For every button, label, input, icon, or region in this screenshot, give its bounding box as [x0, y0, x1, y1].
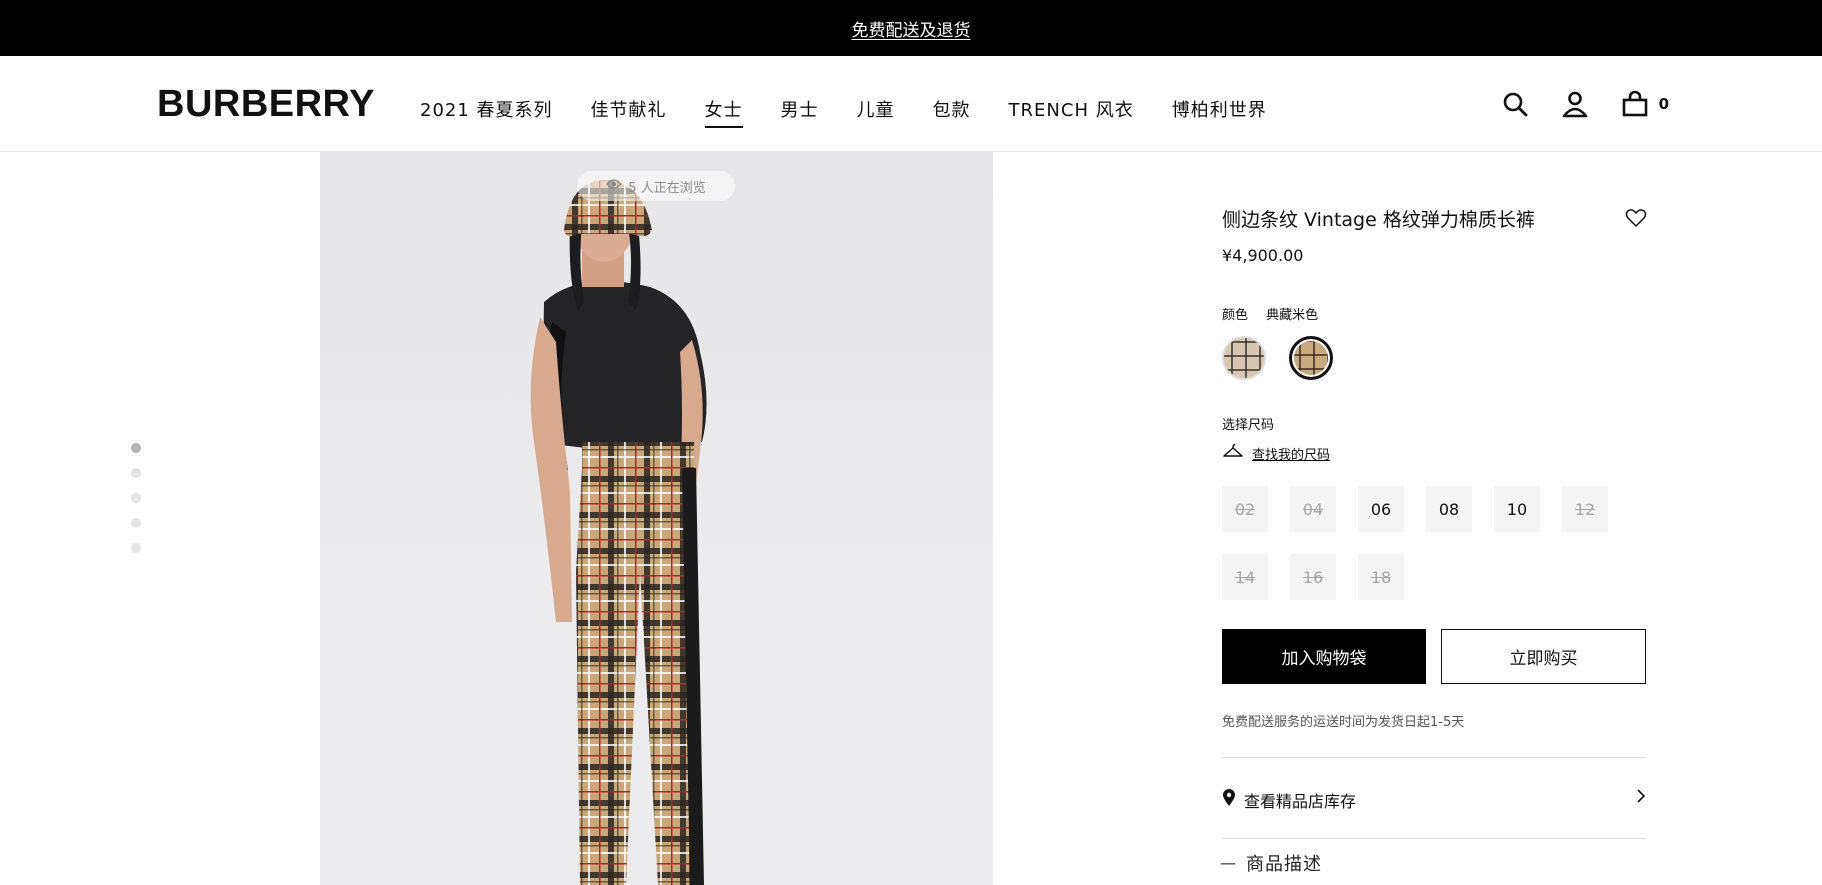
- product-price: ¥4,900.00: [1222, 246, 1304, 265]
- color-value: 典藏米色: [1266, 308, 1319, 323]
- viewers-text: 5 人正在浏览: [628, 180, 706, 196]
- gallery-pagination: [131, 443, 141, 568]
- nav-item-world[interactable]: 博柏利世界: [1172, 96, 1267, 128]
- nav-item-women[interactable]: 女士: [704, 96, 743, 128]
- color-swatches: [1222, 336, 1356, 380]
- eye-icon: [606, 178, 623, 194]
- site-header: BURBERRY 2021 春夏系列 佳节献礼 女士 男士 儿童 包款 TREN…: [0, 56, 1822, 152]
- add-to-bag-button[interactable]: 加入购物袋: [1222, 629, 1426, 684]
- product-title-row: 侧边条纹 Vintage 格纹弹力棉质长裤: [1222, 205, 1647, 232]
- size-guide-link[interactable]: 查找我的尺码: [1222, 443, 1330, 463]
- brand-logo[interactable]: BURBERRY: [157, 83, 375, 126]
- description-accordion[interactable]: 一 商品描述: [1220, 850, 1322, 876]
- size-option-10[interactable]: 10: [1494, 486, 1540, 532]
- color-selector-label: 颜色 典藏米色: [1222, 304, 1332, 323]
- size-label: 选择尺码: [1222, 418, 1275, 433]
- size-option-08[interactable]: 08: [1426, 486, 1472, 532]
- collapse-icon: 一: [1220, 855, 1237, 874]
- size-option-04[interactable]: 04: [1290, 486, 1336, 532]
- divider: [1222, 757, 1646, 758]
- bag-icon[interactable]: [1619, 88, 1651, 120]
- product-image[interactable]: 5 人正在浏览: [320, 152, 993, 885]
- gallery-dot[interactable]: [131, 518, 141, 528]
- gallery-dot[interactable]: [131, 543, 141, 553]
- size-option-16[interactable]: 16: [1290, 554, 1336, 600]
- nav-item-trench[interactable]: TRENCH 风衣: [1009, 96, 1134, 128]
- main-nav: 2021 春夏系列 佳节献礼 女士 男士 儿童 包款 TRENCH 风衣 博柏利…: [420, 96, 1305, 128]
- store-stock-label: 查看精品店库存: [1244, 792, 1357, 811]
- heart-icon[interactable]: [1625, 207, 1647, 229]
- shipping-note: 免费配送服务的运送时间为发货日起1-5天: [1222, 715, 1465, 730]
- viewers-badge: 5 人正在浏览: [577, 171, 735, 201]
- size-grid: 02 04 06 08 10 12 14 16 18: [1222, 486, 1642, 622]
- nav-item-men[interactable]: 男士: [781, 96, 819, 128]
- model-illustration: [530, 180, 707, 885]
- account-icon[interactable]: [1559, 88, 1591, 120]
- nav-item-gifts[interactable]: 佳节献礼: [591, 96, 667, 128]
- swatch-check-light[interactable]: [1222, 336, 1266, 380]
- nav-item-ss21[interactable]: 2021 春夏系列: [420, 96, 553, 128]
- location-pin-icon: [1222, 789, 1236, 811]
- store-stock-row[interactable]: 查看精品店库存: [1222, 788, 1646, 812]
- gallery-dot[interactable]: [131, 468, 141, 478]
- nav-item-children[interactable]: 儿童: [857, 96, 895, 128]
- bag-count: 0: [1658, 95, 1669, 113]
- size-option-06[interactable]: 06: [1358, 486, 1404, 532]
- chevron-right-icon: [1636, 788, 1646, 808]
- gallery-dot[interactable]: [131, 493, 141, 503]
- size-guide-text: 查找我的尺码: [1252, 447, 1331, 463]
- header-actions: 0: [1471, 88, 1669, 120]
- description-label: 商品描述: [1246, 854, 1323, 875]
- color-label: 颜色: [1222, 308, 1249, 323]
- gallery-dot[interactable]: [131, 443, 141, 453]
- product-title: 侧边条纹 Vintage 格纹弹力棉质长裤: [1222, 209, 1535, 231]
- size-option-18[interactable]: 18: [1358, 554, 1404, 600]
- buy-now-button[interactable]: 立即购买: [1441, 629, 1646, 684]
- size-option-02[interactable]: 02: [1222, 486, 1268, 532]
- nav-item-bags[interactable]: 包款: [933, 96, 971, 128]
- divider: [1222, 838, 1646, 839]
- promo-bar: 免费配送及退货: [0, 0, 1822, 56]
- hanger-icon: [1222, 443, 1244, 463]
- search-icon[interactable]: [1499, 88, 1531, 120]
- swatch-archive-beige[interactable]: [1289, 336, 1333, 380]
- size-option-12[interactable]: 12: [1562, 486, 1608, 532]
- promo-link[interactable]: 免费配送及退货: [852, 16, 971, 41]
- size-option-14[interactable]: 14: [1222, 554, 1268, 600]
